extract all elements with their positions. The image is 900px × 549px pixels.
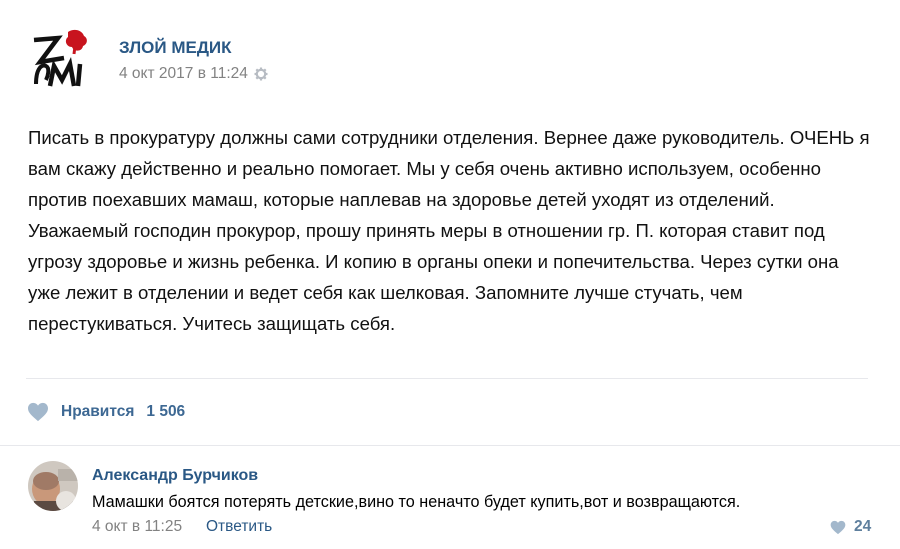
like-button[interactable]: Нравится 1 506 (27, 399, 185, 425)
gear-icon[interactable] (254, 67, 268, 81)
heart-icon (28, 402, 48, 422)
comment-author-name[interactable]: Александр Бурчиков (92, 467, 258, 485)
comment-item: Александр Бурчиков Мамашки боятся потеря… (0, 446, 900, 549)
comment-date[interactable]: 4 окт в 11:25 (92, 518, 182, 536)
reply-button[interactable]: Ответить (206, 518, 272, 536)
post-author-name[interactable]: ЗЛОЙ МЕДИК (119, 38, 232, 58)
community-logo[interactable] (28, 24, 94, 90)
comment-like-button[interactable]: 24 (830, 518, 871, 536)
like-count: 1 506 (146, 403, 186, 420)
post-text: Писать в прокуратуру должны сами сотрудн… (28, 127, 870, 334)
like-label: Нравится (61, 403, 135, 420)
heart-icon (830, 520, 846, 534)
comment-like-count: 24 (854, 518, 872, 535)
avatar[interactable] (28, 461, 78, 511)
post-date[interactable]: 4 окт 2017 в 11:24 (119, 65, 268, 83)
comment-text: Мамашки боятся потерять детские,вино то … (92, 493, 741, 511)
post-divider (26, 378, 868, 379)
post-date-text[interactable]: 4 окт 2017 в 11:24 (119, 65, 248, 83)
post-header: ЗЛОЙ МЕДИК 4 окт 2017 в 11:24 (28, 24, 868, 94)
